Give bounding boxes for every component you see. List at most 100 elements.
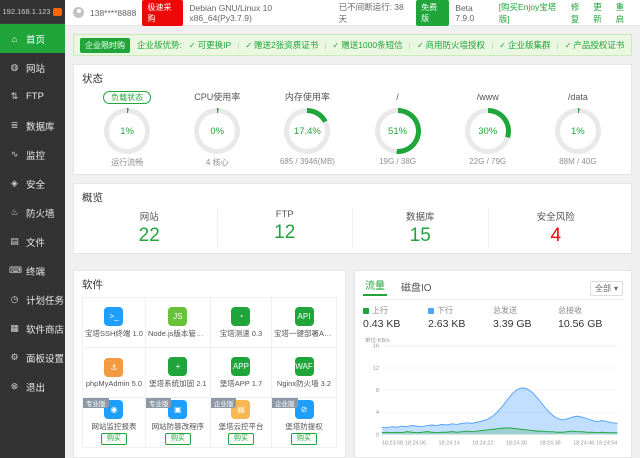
software-item[interactable]: 企业版 ▤ 堡塔云控平台 购买 [210,398,272,448]
promo-item[interactable]: ✓ 赠送2张资质证书 [245,39,318,51]
gauge-ring: 30% [464,108,511,154]
svg-text:18:24:38: 18:24:38 [539,441,560,447]
software-item-name: 宝塔测速 0.3 [219,328,263,338]
panel-version: Beta 7.9.0 [455,2,475,23]
software-item[interactable]: ⚓ phpMyAdmin 5.0 [83,348,146,398]
server-ip[interactable]: 192.168.1.123 [0,0,65,24]
overview-stat-数据库[interactable]: 数据库 15 [353,209,489,247]
overview-stat-value: 22 [138,225,160,246]
edition-tag: 企业版 [272,398,298,408]
software-item[interactable]: 企业版 ⊘ 堡塔防提权 购买 [272,398,337,448]
clock-icon: ◷ [10,294,19,304]
tab-磁盘IO[interactable]: 磁盘IO [399,279,434,296]
software-item[interactable]: APP 堡塔APP 1.7 [210,348,272,398]
promo-item[interactable]: ✓ 赠送1000条短信 [333,39,403,51]
buy-button[interactable]: 购买 [164,433,191,445]
promo-lead: 企业版优势: [137,40,182,50]
username[interactable]: 138****8888 [90,8,136,18]
store-grid-icon: ▦ [10,323,19,333]
sidebar-item-ftp[interactable]: ⇅ FTP [0,82,65,111]
check-icon: ✓ [564,40,572,50]
app-box-icon: APP [231,356,251,376]
sidebar-item-security[interactable]: ◈ 安全 [0,169,65,198]
traffic-stat-总发送: 总发送 3.39 GB [493,305,558,330]
gauge-sub: 685 / 3946(MB) [279,157,335,166]
promo-item[interactable]: ✓ 商用防火墙授权 [417,39,485,51]
update-button[interactable]: 更新 [593,1,609,25]
overview-stat-网站[interactable]: 网站 22 [82,209,218,247]
promo-item-label: 商用防火墙授权 [425,40,486,50]
ftp-transfer-icon: ⇅ [10,91,19,101]
traffic-filter-select[interactable]: 全部 ▾ [589,281,623,296]
gauge-value: 17.4% [293,125,321,137]
promo-item[interactable]: ✓ 企业版集群 [499,39,550,51]
sidebar-item-label: 文件 [26,237,46,249]
sidebar-item-monitor[interactable]: ∿ 监控 [0,140,65,169]
gauge-label-pill[interactable]: 负载状态 [103,91,152,104]
traffic-filter-value: 全部 [594,284,611,293]
quick-buy-button[interactable]: 极速采购 [142,0,184,26]
traffic-tabs: 流量 磁盘IO 全部 ▾ [363,277,623,300]
bottom-row: 软件 >_ 宝塔SSH终端 1.0 JS Node.js版本管理器 1.6 ◔ 宝塔测速 … [73,262,632,458]
software-item[interactable]: >_ 宝塔SSH终端 1.0 [83,298,146,348]
repair-button[interactable]: 修复 [571,1,587,25]
gauge-ring: 17.4% [284,108,331,154]
sidebar-item-cron[interactable]: ◷ 计划任务 [0,285,65,314]
software-item-name: 堡塔系统加固 2.1 [149,378,207,388]
software-item[interactable]: JS Node.js版本管理器 1.6 [145,298,211,348]
gauge-value: 1% [120,125,134,137]
software-item[interactable]: 专业版 ▣ 网站防篡改程序 购买 [145,398,211,448]
buy-button[interactable]: 购买 [291,433,317,445]
software-item[interactable]: + 堡塔系统加固 2.1 [145,348,211,398]
buy-button[interactable]: 购买 [100,433,127,445]
sidebar-item-appstore[interactable]: ▦ 软件商店 [0,314,65,343]
check-icon: ✓ [499,40,506,50]
sidebar-item-home[interactable]: ⌂ 首页 [0,24,65,53]
software-item-name: Nginx防火墙 3.2 [276,378,332,388]
svg-text:18:24:14: 18:24:14 [439,441,460,447]
software-item[interactable]: API 宝塔一键部署API接口 3.2 [272,298,337,348]
tab-流量[interactable]: 流量 [363,277,387,296]
software-item-name: 堡塔防提权 [285,422,323,431]
overview-panel: 概览 网站 22 FTP 12 数据库 15 安全风险 4 [73,183,632,254]
sidebar-item-database[interactable]: ≣ 数据库 [0,111,65,140]
sidebar-item-firewall[interactable]: ♨ 防火墙 [0,198,65,227]
shield-plus-icon: + [168,356,188,376]
traffic-stat-name: 上行 [372,306,388,315]
traffic-stat-总接收: 总接收 10.56 GB [558,305,623,330]
overview-stat-安全风险[interactable]: 安全风险 4 [489,209,624,247]
promo-item[interactable]: ✓ 产品授权证书 [565,39,625,51]
edition-tag: 专业版 [83,398,109,408]
promo-badge[interactable]: 企业限时购 [80,37,130,53]
buy-button[interactable]: 购买 [227,433,254,445]
traffic-stat-下行: 下行 2.63 KB [428,305,493,330]
software-item-name: 堡塔云控平台 [218,422,264,431]
software-item-name: 网站防篡改程序 [151,422,205,431]
sidebar-item-label: 安全 [26,179,46,191]
sidebar-item-sites[interactable]: ◍ 网站 [0,53,65,82]
upgrade-link[interactable]: [购买Enjoy宝塔版] [499,1,565,25]
main-content: 企业限时购 企业版优势: ✓ 可更换IP | ✓ 赠送2张资质证书 | ✓ 赠送1000条短信… [65,26,640,458]
sidebar-item-settings[interactable]: ⚙ 面板设置 [0,343,65,372]
gauge-label: /www [476,92,499,102]
status-gauges: 负载状态 1% 运行流畅 CPU使用率 0% 4 核心 内存使用率 17.4% 685 / 39… [82,90,623,168]
sidebar-item-label: 面板设置 [26,353,65,365]
software-item[interactable]: ◔ 宝塔测速 0.3 [210,298,272,348]
promo-item[interactable]: ✓ 可更换IP [189,39,231,51]
software-item[interactable]: 专业版 ◉ 网站监控报表 购买 [83,398,146,448]
status-gauge-0: 负载状态 1% 运行流畅 [84,90,170,168]
sidebar-item-terminal[interactable]: ⌨ 终端 [0,256,65,285]
promo-separator: | [556,40,559,50]
restart-button[interactable]: 重启 [616,1,632,25]
terminal-icon: ⌨ [9,265,22,275]
folder-icon: ▤ [10,236,19,246]
overview-stat-FTP[interactable]: FTP 12 [218,209,353,247]
globe-icon: ◍ [10,62,19,72]
software-item[interactable]: WAF Nginx防火墙 3.2 [272,348,337,398]
sidebar-item-files[interactable]: ▤ 文件 [0,227,65,256]
phpmyadmin-boat-icon: ⚓ [104,357,124,377]
svg-text:18:24:54: 18:24:54 [596,441,617,447]
home-icon: ⌂ [11,33,18,44]
sidebar-item-logout[interactable]: ⊗ 退出 [0,372,65,401]
status-panel-title: 状态 [82,73,103,85]
